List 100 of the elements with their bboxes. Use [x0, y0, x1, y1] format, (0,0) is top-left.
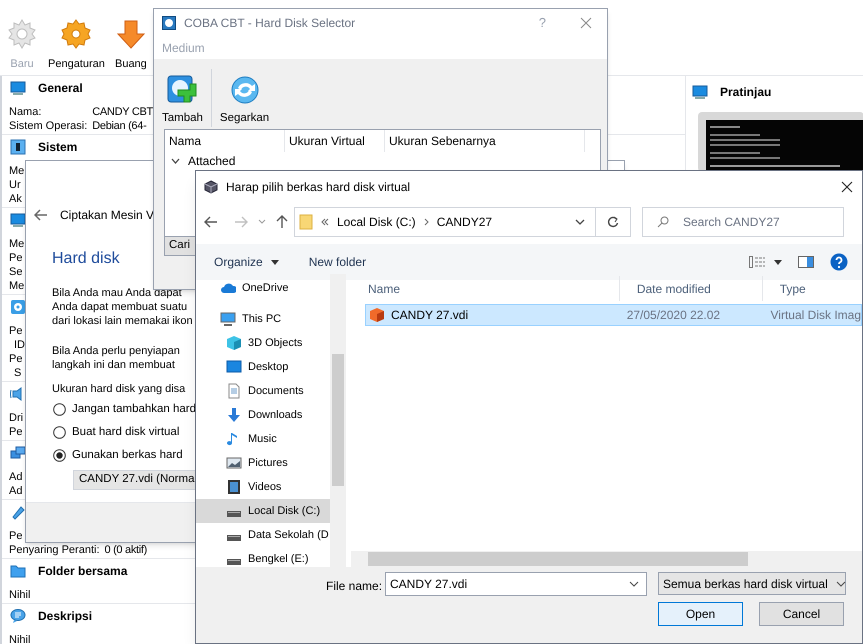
film-icon — [226, 479, 242, 495]
nav-item[interactable]: Downloads — [196, 403, 330, 427]
detail-label: Nihil — [9, 633, 30, 644]
toolbar-button[interactable]: Buang — [112, 14, 149, 72]
breadcrumb-item[interactable]: CANDY27 — [436, 213, 492, 231]
detail-label: Pe — [9, 352, 24, 366]
search-field[interactable]: Search CANDY27 — [642, 207, 844, 237]
double-chevron-icon — [321, 218, 329, 226]
document-icon — [226, 383, 242, 399]
back-arrow-icon[interactable] — [34, 209, 48, 221]
detail-label: ID — [14, 338, 25, 352]
monitor-icon — [692, 84, 708, 100]
chevron-icon[interactable] — [171, 158, 180, 164]
section-title: Sistem — [38, 139, 78, 156]
nav-item[interactable]: 3D Objects — [196, 331, 330, 355]
drive-icon — [227, 559, 241, 565]
monitor-icon — [10, 212, 26, 228]
nav-item[interactable]: Desktop — [196, 355, 330, 379]
cube-icon — [204, 180, 218, 194]
detail-label: S — [14, 366, 22, 380]
down-arrow-icon — [114, 18, 147, 50]
desktop-icon — [226, 359, 242, 375]
radio-label: Gunakan berkas hard — [72, 448, 183, 463]
download-arrow-icon — [226, 407, 242, 423]
detail-label: Pe — [9, 529, 24, 543]
nav-item[interactable]: Bengkel (E:) — [196, 547, 330, 568]
detail-label: Me — [9, 164, 24, 178]
detail-label: Nihil — [9, 588, 30, 602]
folder-icon — [299, 214, 313, 230]
scrollbar[interactable] — [330, 274, 346, 568]
caret-icon[interactable] — [629, 581, 639, 587]
drive-icon — [227, 535, 241, 541]
field-label: File name: — [326, 578, 382, 595]
breadcrumb-item[interactable]: Local Disk (C:) — [337, 213, 416, 231]
radio-button[interactable] — [53, 449, 66, 462]
caret-icon[interactable] — [575, 219, 585, 225]
detail-label: Sistem Operasi: — [9, 119, 88, 133]
detail-label: Ad — [9, 470, 22, 484]
caret-icon — [774, 260, 782, 264]
nav-item[interactable]: This PC — [196, 307, 330, 331]
nav-item[interactable]: Local Disk (C:) — [196, 499, 330, 523]
nav-item[interactable]: Music — [196, 427, 330, 451]
paragraph-line: Anda dapat membuat suatu — [52, 300, 188, 314]
column-header[interactable]: Type — [762, 276, 862, 301]
radio-button[interactable] — [53, 426, 66, 440]
paragraph-line: Bila Anda perlu penyiapan — [52, 344, 180, 358]
cube-icon — [226, 335, 242, 351]
file-row[interactable]: CANDY 27.vdi 27/05/2020 22.02 Virtual Disk Imag — [365, 304, 862, 326]
file-name: CANDY 27.vdi — [391, 307, 468, 324]
scrollbar[interactable] — [351, 551, 862, 567]
close-icon[interactable] — [841, 181, 853, 193]
nav-item[interactable]: Data Sekolah (D — [196, 523, 330, 547]
group-label: Attached — [188, 153, 236, 170]
nav-item[interactable]: Documents — [196, 379, 330, 403]
toolbar-button[interactable]: Pengaturan — [46, 14, 107, 72]
section-title: General — [38, 80, 83, 97]
picture-icon — [226, 455, 242, 471]
view-button[interactable] — [749, 256, 782, 268]
wizard-title: Ciptakan Mesin V — [60, 207, 154, 224]
paragraph-line: Ukuran hard disk yang disa — [52, 382, 186, 396]
toolbar-button[interactable]: Tambah — [159, 74, 206, 127]
column-header[interactable]: Name — [351, 276, 620, 301]
file-name-field[interactable]: CANDY 27.vdi — [385, 572, 647, 596]
nav-item[interactable]: OneDrive — [196, 276, 330, 300]
detail-label: Ur — [9, 178, 22, 192]
detail-label: Me — [9, 237, 24, 251]
paragraph-line: langkah ini dan membuat — [52, 358, 176, 372]
dialog-button[interactable]: Open — [658, 602, 743, 626]
speech-bubble-icon — [10, 608, 26, 624]
toolbar-button[interactable]: Organize — [214, 253, 279, 271]
window-title: COBA CBT - Hard Disk Selector — [184, 15, 356, 32]
cube-icon — [369, 307, 385, 323]
toolbar-button[interactable]: New folder — [308, 253, 366, 271]
help-icon[interactable] — [830, 253, 848, 271]
detail-label: Nama: — [9, 105, 42, 119]
radio-button[interactable] — [53, 403, 66, 416]
column-header[interactable]: Ukuran Virtual — [285, 130, 385, 152]
column-header[interactable]: Ukuran Sebenarnya — [385, 130, 585, 152]
paragraph-line: Bila Anda mau Anda dapat — [52, 286, 183, 300]
address-bar[interactable]: Local Disk (C:) CANDY27 — [294, 207, 596, 237]
refresh-icon — [607, 216, 619, 228]
dialog-button[interactable]: Cancel — [759, 602, 844, 626]
back-arrow-icon[interactable] — [204, 216, 218, 228]
column-header[interactable]: Date modified — [620, 276, 763, 301]
detail-label: Dri — [9, 411, 24, 425]
toolbar-button[interactable]: Segarkan — [216, 74, 272, 127]
filter-dropdown[interactable]: Semua berkas hard disk virtual — [658, 572, 846, 595]
file-type: Virtual Disk Imag — [770, 307, 861, 324]
up-arrow-icon[interactable] — [276, 215, 288, 229]
detail-label: Penyaring Peranti: — [9, 543, 100, 557]
column-header[interactable]: Nama — [165, 130, 285, 152]
preview-pane-icon[interactable] — [798, 256, 814, 268]
detail-label: Ak — [9, 192, 23, 206]
detail-label: Me — [9, 279, 24, 293]
section-title: Pratinjau — [720, 84, 772, 101]
drive-icon — [227, 511, 241, 517]
refresh-button[interactable] — [596, 207, 631, 237]
detail-label: Pe — [9, 425, 24, 439]
refresh-icon — [228, 74, 261, 106]
computer-icon — [220, 311, 236, 327]
